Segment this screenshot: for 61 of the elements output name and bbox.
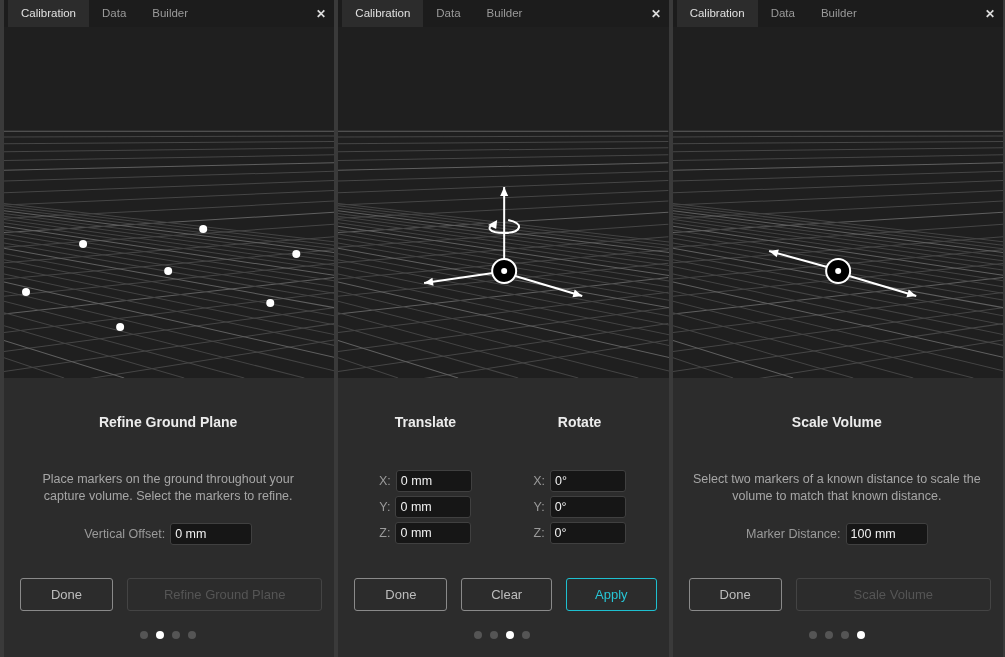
tab[interactable]: Data	[89, 0, 140, 27]
close-button[interactable]: ✕	[977, 0, 1003, 27]
tab[interactable]: Data	[423, 0, 474, 27]
page-dot[interactable]	[506, 631, 515, 639]
description-text: Place markers on the ground throughout your capture volume. Select the markers to refine.	[41, 471, 295, 505]
page-dot[interactable]	[522, 631, 531, 639]
input-field[interactable]: 0°	[549, 496, 626, 518]
marker-dot	[199, 225, 208, 233]
field-label: Y:	[379, 498, 391, 516]
field-label: Z:	[379, 524, 391, 542]
input-field[interactable]: 0 mm	[395, 522, 472, 544]
page-dot[interactable]	[490, 631, 499, 639]
marker-dot	[22, 288, 31, 296]
input-field[interactable]: 100 mm	[845, 523, 928, 545]
section-title: Rotate	[557, 413, 602, 432]
tab[interactable]: Calibration	[676, 0, 758, 27]
tab[interactable]: Data	[757, 0, 808, 27]
input-field[interactable]: 0 mm	[395, 496, 472, 518]
viewport-3d[interactable]	[4, 27, 335, 378]
input-field[interactable]: 0°	[549, 470, 626, 492]
marker-dot	[79, 240, 88, 248]
field-label: Vertical Offset:	[84, 525, 166, 543]
input-field[interactable]: 0 mm	[170, 523, 253, 545]
page-dot[interactable]	[172, 631, 181, 639]
close-button[interactable]: ✕	[308, 0, 335, 27]
input-field[interactable]: 0 mm	[395, 470, 472, 492]
tab[interactable]: Calibration	[8, 0, 89, 27]
tab[interactable]: Builder	[807, 0, 870, 27]
page-dot[interactable]	[140, 631, 149, 639]
page-dot[interactable]	[474, 631, 483, 639]
viewport-3d[interactable]	[338, 27, 669, 378]
close-button[interactable]: ✕	[642, 0, 669, 27]
field-label: Z:	[533, 524, 545, 542]
page-dot[interactable]	[824, 631, 833, 639]
section-title: Scale Volume	[791, 413, 882, 432]
tab[interactable]: Builder	[139, 0, 202, 27]
description-text: Select two markers of a known distance to scale the volume to match that known distance.	[692, 471, 982, 505]
section-title: Refine Ground Plane	[98, 413, 238, 432]
marker-dot	[164, 267, 173, 275]
marker-dot	[116, 323, 125, 331]
section-title: Translate	[394, 413, 457, 432]
page-dot[interactable]	[856, 631, 865, 639]
page-dot[interactable]	[156, 631, 165, 639]
tab[interactable]: Builder	[473, 0, 536, 27]
action-button[interactable]: Done	[20, 578, 113, 611]
field-label: X:	[379, 472, 391, 490]
page-dot[interactable]	[840, 631, 849, 639]
action-button[interactable]: Done	[354, 578, 448, 611]
action-button[interactable]: Done	[688, 578, 782, 611]
action-button[interactable]: Clear	[461, 578, 552, 611]
field-label: Y:	[533, 498, 545, 516]
page-dot[interactable]	[188, 631, 197, 639]
tab[interactable]: Calibration	[342, 0, 424, 27]
marker-dot	[266, 299, 275, 307]
viewport-3d[interactable]	[672, 27, 1003, 378]
action-button[interactable]: Apply	[566, 578, 657, 611]
field-label: Marker Distance:	[746, 525, 841, 543]
marker-dot	[292, 250, 301, 258]
page-dot[interactable]	[808, 631, 817, 639]
field-label: X:	[533, 472, 545, 490]
input-field[interactable]: 0°	[549, 522, 626, 544]
